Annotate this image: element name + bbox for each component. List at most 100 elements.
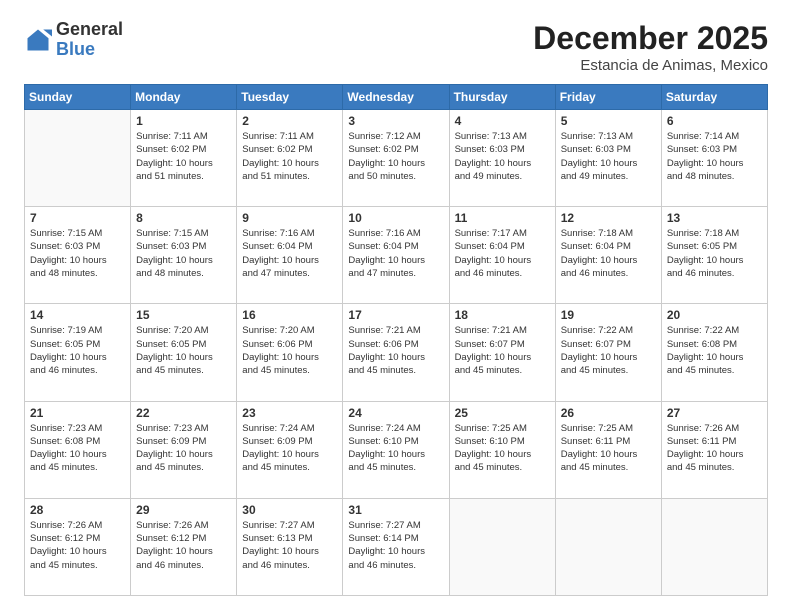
day-number: 15 — [136, 308, 231, 322]
week-row-4: 28Sunrise: 7:26 AM Sunset: 6:12 PM Dayli… — [25, 498, 768, 595]
calendar-cell: 26 Sunrise: 7:25 AM Sunset: 6:11 PM Dayli… — [555, 401, 661, 498]
day-number: 23 — [242, 406, 337, 420]
calendar-cell: 21 Sunrise: 7:23 AM Sunset: 6:08 PM Dayli… — [25, 401, 131, 498]
day-number: 6 — [667, 114, 762, 128]
day-info: Sunrise: 7:22 AM Sunset: 6:08 PM Dayligh… — [667, 324, 762, 377]
day-info: Sunrise: 7:24 AM Sunset: 6:09 PM Dayligh… — [242, 422, 337, 475]
day-info: Sunrise: 7:21 AM Sunset: 6:07 PM Dayligh… — [455, 324, 550, 377]
calendar-cell: 23 Sunrise: 7:24 AM Sunset: 6:09 PM Dayli… — [237, 401, 343, 498]
page: General Blue December 2025 Estancia de A… — [0, 0, 792, 612]
calendar-cell: 20Sunrise: 7:22 AM Sunset: 6:08 PM Dayli… — [661, 304, 767, 401]
day-info: Sunrise: 7:12 AM Sunset: 6:02 PM Dayligh… — [348, 130, 443, 183]
day-info: Sunrise: 7:15 AM Sunset: 6:03 PM Dayligh… — [136, 227, 231, 280]
day-number: 30 — [242, 503, 337, 517]
day-number: 7 — [30, 211, 125, 225]
day-info: Sunrise: 7:16 AM Sunset: 6:04 PM Dayligh… — [242, 227, 337, 280]
day-info: Sunrise: 7:24 AM Sunset: 6:10 PM Dayligh… — [348, 422, 443, 475]
day-number: 29 — [136, 503, 231, 517]
header-row: Sunday Monday Tuesday Wednesday Thursday… — [25, 85, 768, 110]
logo-text: General Blue — [56, 20, 123, 60]
calendar-cell: 3Sunrise: 7:12 AM Sunset: 6:02 PM Daylig… — [343, 110, 449, 207]
day-info: Sunrise: 7:14 AM Sunset: 6:03 PM Dayligh… — [667, 130, 762, 183]
calendar-cell — [25, 110, 131, 207]
day-number: 14 — [30, 308, 125, 322]
logo-blue: Blue — [56, 40, 123, 60]
day-info: Sunrise: 7:23 AM Sunset: 6:09 PM Dayligh… — [136, 422, 231, 475]
col-sunday: Sunday — [25, 85, 131, 110]
day-number: 17 — [348, 308, 443, 322]
calendar-table: Sunday Monday Tuesday Wednesday Thursday… — [24, 84, 768, 596]
calendar-cell: 11 Sunrise: 7:17 AM Sunset: 6:04 PM Dayli… — [449, 207, 555, 304]
logo: General Blue — [24, 20, 123, 60]
day-number: 26 — [561, 406, 656, 420]
day-number: 9 — [242, 211, 337, 225]
day-number: 19 — [561, 308, 656, 322]
week-row-3: 21 Sunrise: 7:23 AM Sunset: 6:08 PM Dayli… — [25, 401, 768, 498]
day-number: 1 — [136, 114, 231, 128]
week-row-0: 1 Sunrise: 7:11 AM Sunset: 6:02 PM Daylig… — [25, 110, 768, 207]
calendar-cell: 31 Sunrise: 7:27 AM Sunset: 6:14 PM Dayli… — [343, 498, 449, 595]
day-info: Sunrise: 7:21 AM Sunset: 6:06 PM Dayligh… — [348, 324, 443, 377]
logo-general: General — [56, 20, 123, 40]
calendar-cell: 29 Sunrise: 7:26 AM Sunset: 6:12 PM Dayli… — [131, 498, 237, 595]
calendar-cell: 6 Sunrise: 7:14 AM Sunset: 6:03 PM Daylig… — [661, 110, 767, 207]
day-number: 13 — [667, 211, 762, 225]
day-number: 22 — [136, 406, 231, 420]
calendar-cell — [449, 498, 555, 595]
calendar-cell: 30 Sunrise: 7:27 AM Sunset: 6:13 PM Dayli… — [237, 498, 343, 595]
day-info: Sunrise: 7:25 AM Sunset: 6:11 PM Dayligh… — [561, 422, 656, 475]
calendar-cell: 22 Sunrise: 7:23 AM Sunset: 6:09 PM Dayli… — [131, 401, 237, 498]
day-info: Sunrise: 7:15 AM Sunset: 6:03 PM Dayligh… — [30, 227, 125, 280]
day-number: 4 — [455, 114, 550, 128]
day-info: Sunrise: 7:26 AM Sunset: 6:12 PM Dayligh… — [136, 519, 231, 572]
day-info: Sunrise: 7:25 AM Sunset: 6:10 PM Dayligh… — [455, 422, 550, 475]
calendar-cell: 28Sunrise: 7:26 AM Sunset: 6:12 PM Dayli… — [25, 498, 131, 595]
calendar-cell: 13 Sunrise: 7:18 AM Sunset: 6:05 PM Dayli… — [661, 207, 767, 304]
day-info: Sunrise: 7:16 AM Sunset: 6:04 PM Dayligh… — [348, 227, 443, 280]
logo-icon — [24, 26, 52, 54]
day-info: Sunrise: 7:11 AM Sunset: 6:02 PM Dayligh… — [242, 130, 337, 183]
month-title: December 2025 — [533, 20, 768, 57]
day-number: 10 — [348, 211, 443, 225]
day-info: Sunrise: 7:20 AM Sunset: 6:06 PM Dayligh… — [242, 324, 337, 377]
week-row-1: 7 Sunrise: 7:15 AM Sunset: 6:03 PM Daylig… — [25, 207, 768, 304]
calendar-cell: 2 Sunrise: 7:11 AM Sunset: 6:02 PM Daylig… — [237, 110, 343, 207]
calendar-cell: 24 Sunrise: 7:24 AM Sunset: 6:10 PM Dayli… — [343, 401, 449, 498]
calendar-cell: 7 Sunrise: 7:15 AM Sunset: 6:03 PM Daylig… — [25, 207, 131, 304]
calendar-cell: 27Sunrise: 7:26 AM Sunset: 6:11 PM Dayli… — [661, 401, 767, 498]
day-info: Sunrise: 7:22 AM Sunset: 6:07 PM Dayligh… — [561, 324, 656, 377]
day-number: 8 — [136, 211, 231, 225]
calendar-cell — [555, 498, 661, 595]
day-number: 5 — [561, 114, 656, 128]
calendar-cell: 15 Sunrise: 7:20 AM Sunset: 6:05 PM Dayli… — [131, 304, 237, 401]
calendar-cell: 10 Sunrise: 7:16 AM Sunset: 6:04 PM Dayli… — [343, 207, 449, 304]
day-number: 27 — [667, 406, 762, 420]
calendar-cell: 12Sunrise: 7:18 AM Sunset: 6:04 PM Dayli… — [555, 207, 661, 304]
day-number: 11 — [455, 211, 550, 225]
calendar-cell: 8 Sunrise: 7:15 AM Sunset: 6:03 PM Daylig… — [131, 207, 237, 304]
calendar-cell: 16 Sunrise: 7:20 AM Sunset: 6:06 PM Dayli… — [237, 304, 343, 401]
day-number: 21 — [30, 406, 125, 420]
col-monday: Monday — [131, 85, 237, 110]
day-number: 24 — [348, 406, 443, 420]
day-number: 31 — [348, 503, 443, 517]
day-number: 25 — [455, 406, 550, 420]
day-info: Sunrise: 7:18 AM Sunset: 6:05 PM Dayligh… — [667, 227, 762, 280]
day-info: Sunrise: 7:23 AM Sunset: 6:08 PM Dayligh… — [30, 422, 125, 475]
day-number: 16 — [242, 308, 337, 322]
day-info: Sunrise: 7:27 AM Sunset: 6:13 PM Dayligh… — [242, 519, 337, 572]
col-wednesday: Wednesday — [343, 85, 449, 110]
day-info: Sunrise: 7:13 AM Sunset: 6:03 PM Dayligh… — [561, 130, 656, 183]
title-block: December 2025 Estancia de Animas, Mexico — [533, 20, 768, 74]
day-number: 12 — [561, 211, 656, 225]
header: General Blue December 2025 Estancia de A… — [24, 20, 768, 74]
day-number: 2 — [242, 114, 337, 128]
calendar-cell: 5 Sunrise: 7:13 AM Sunset: 6:03 PM Daylig… — [555, 110, 661, 207]
calendar-cell: 19 Sunrise: 7:22 AM Sunset: 6:07 PM Dayli… — [555, 304, 661, 401]
day-info: Sunrise: 7:27 AM Sunset: 6:14 PM Dayligh… — [348, 519, 443, 572]
day-info: Sunrise: 7:13 AM Sunset: 6:03 PM Dayligh… — [455, 130, 550, 183]
calendar-cell: 25 Sunrise: 7:25 AM Sunset: 6:10 PM Dayli… — [449, 401, 555, 498]
col-friday: Friday — [555, 85, 661, 110]
day-info: Sunrise: 7:17 AM Sunset: 6:04 PM Dayligh… — [455, 227, 550, 280]
day-info: Sunrise: 7:20 AM Sunset: 6:05 PM Dayligh… — [136, 324, 231, 377]
